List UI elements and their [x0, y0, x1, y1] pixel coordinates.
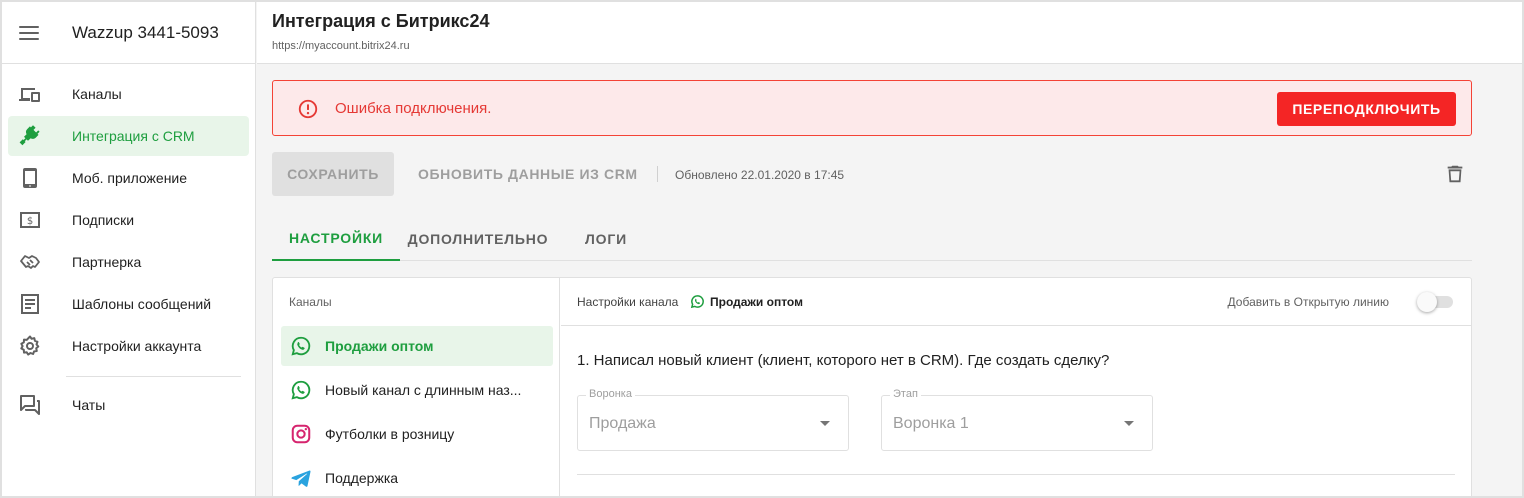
- error-message: Ошибка подключения.: [335, 100, 492, 117]
- trash-icon[interactable]: [1444, 163, 1466, 185]
- plug-icon: [19, 125, 40, 146]
- reconnect-button[interactable]: ПЕРЕПОДКЛЮЧИТЬ: [1277, 92, 1456, 126]
- menu-icon[interactable]: [19, 25, 39, 40]
- error-banner: Ошибка подключения. ПЕРЕПОДКЛЮЧИТЬ: [272, 80, 1472, 136]
- account-title: Wazzup 3441-5093: [72, 22, 219, 42]
- stage-label: Этап: [890, 388, 921, 400]
- document-icon: [21, 294, 39, 314]
- sidebar-header: Wazzup 3441-5093: [2, 2, 255, 64]
- toolbar-divider: [657, 166, 658, 182]
- sidebar: Wazzup 3441-5093 Каналы Интеграция с CRM…: [2, 2, 256, 496]
- caret-down-icon: [1124, 421, 1134, 426]
- page-header: Интеграция с Битрикс24 https://myaccount…: [257, 2, 1522, 64]
- caret-down-icon: [820, 421, 830, 426]
- integration-card: Каналы Продажи оптом Новый канал с длинн…: [272, 277, 1472, 496]
- channels-title: Каналы: [289, 295, 332, 309]
- channel-label: Футболки в розницу: [325, 426, 455, 442]
- phone-icon: [23, 168, 37, 188]
- tab-logs[interactable]: ЛОГИ: [568, 216, 644, 261]
- updated-timestamp: Обновлено 22.01.2020 в 17:45: [675, 168, 845, 182]
- sidebar-divider: [66, 376, 241, 377]
- channel-settings-label: Настройки канала: [577, 295, 679, 309]
- sidebar-item-label: Каналы: [72, 86, 122, 102]
- gear-icon: [20, 335, 40, 356]
- sidebar-item-mobile-app[interactable]: Моб. приложение: [8, 158, 249, 198]
- toolbar: СОХРАНИТЬ ОБНОВИТЬ ДАННЫЕ ИЗ CRM Обновле…: [272, 152, 1472, 196]
- stage-value: Воронка 1: [893, 415, 969, 432]
- whatsapp-icon: [291, 380, 311, 400]
- sidebar-item-chats[interactable]: Чаты: [8, 385, 249, 425]
- channel-label: Продажи оптом: [325, 338, 434, 354]
- sidebar-item-label: Моб. приложение: [72, 170, 188, 186]
- sidebar-item-account-settings[interactable]: Настройки аккаунта: [8, 326, 249, 366]
- handshake-icon: [20, 255, 40, 269]
- sidebar-nav: Каналы Интеграция с CRM Моб. приложение …: [2, 64, 255, 425]
- sidebar-item-templates[interactable]: Шаблоны сообщений: [8, 284, 249, 324]
- channel-label: Поддержка: [325, 470, 399, 486]
- sidebar-item-subscriptions[interactable]: $ Подписки: [8, 200, 249, 240]
- open-line-toggle[interactable]: [1417, 292, 1453, 312]
- channel-settings: Настройки канала Продажи оптом Добавить …: [561, 278, 1471, 496]
- selected-channel-name: Продажи оптом: [710, 295, 803, 309]
- stage-select[interactable]: Этап Воронка 1: [881, 388, 1153, 451]
- refresh-from-crm-button[interactable]: ОБНОВИТЬ ДАННЫЕ ИЗ CRM: [408, 152, 648, 196]
- sidebar-item-label: Подписки: [72, 212, 135, 228]
- tabs: НАСТРОЙКИ ДОПОЛНИТЕЛЬНО ЛОГИ: [272, 216, 1472, 261]
- sidebar-item-channels[interactable]: Каналы: [8, 74, 249, 114]
- channels-list: Каналы Продажи оптом Новый канал с длинн…: [273, 278, 560, 496]
- tab-additional[interactable]: ДОПОЛНИТЕЛЬНО: [402, 216, 554, 261]
- settings-divider: [577, 474, 1455, 475]
- page-title: Интеграция с Битрикс24: [272, 11, 490, 31]
- sidebar-item-partners[interactable]: Партнерка: [8, 242, 249, 282]
- telegram-icon: [291, 470, 311, 487]
- toggle-thumb: [1417, 292, 1437, 312]
- app-frame: Wazzup 3441-5093 Каналы Интеграция с CRM…: [2, 2, 1522, 496]
- channel-item-new[interactable]: Новый канал с длинным наз...: [281, 370, 553, 410]
- dollar-note-icon: $: [20, 212, 40, 228]
- open-line-label: Добавить в Открытую линию: [1227, 295, 1389, 309]
- whatsapp-icon: [291, 336, 311, 356]
- sidebar-item-crm[interactable]: Интеграция с CRM: [8, 116, 249, 156]
- channel-settings-header: Настройки канала Продажи оптом Добавить …: [561, 278, 1471, 326]
- error-icon: [298, 99, 318, 119]
- sidebar-item-label: Интеграция с CRM: [72, 128, 195, 144]
- channel-item-support[interactable]: Поддержка: [281, 458, 553, 496]
- chat-icon: [20, 395, 40, 415]
- instagram-icon: [291, 424, 311, 444]
- devices-icon: [19, 88, 40, 102]
- channel-label: Новый канал с длинным наз...: [325, 382, 522, 398]
- sidebar-item-label: Шаблоны сообщений: [72, 296, 212, 312]
- question-title: 1. Написал новый клиент (клиент, которог…: [577, 352, 1110, 369]
- svg-text:$: $: [27, 216, 33, 227]
- tab-settings[interactable]: НАСТРОЙКИ: [272, 216, 400, 261]
- sidebar-item-label: Чаты: [72, 397, 106, 413]
- funnel-label: Воронка: [586, 388, 635, 400]
- channel-item-tshirts[interactable]: Футболки в розницу: [281, 414, 553, 454]
- save-button[interactable]: СОХРАНИТЬ: [272, 152, 394, 196]
- page-url: https://myaccount.bitrix24.ru: [272, 40, 410, 52]
- sidebar-item-label: Партнерка: [72, 254, 142, 270]
- whatsapp-icon: [690, 295, 704, 309]
- funnel-select[interactable]: Воронка Продажа: [577, 388, 849, 451]
- channel-item-wholesale[interactable]: Продажи оптом: [281, 326, 553, 366]
- sidebar-item-label: Настройки аккаунта: [72, 338, 202, 354]
- funnel-value: Продажа: [589, 415, 656, 432]
